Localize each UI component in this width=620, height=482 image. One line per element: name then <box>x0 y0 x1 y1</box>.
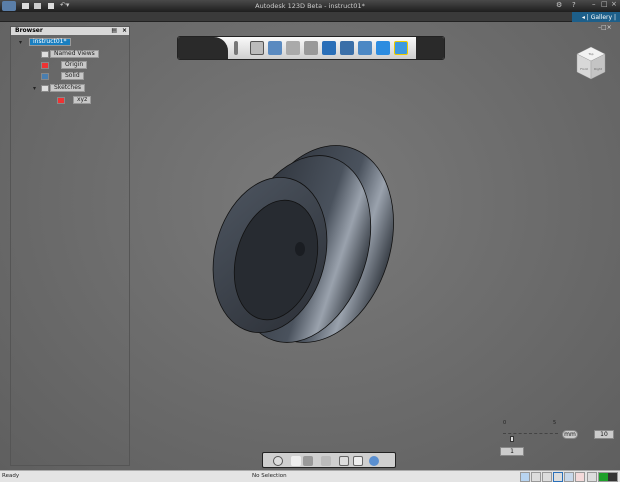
performance-icon <box>598 472 618 482</box>
viewcube-right[interactable]: Right <box>594 67 603 71</box>
pan-icon[interactable] <box>291 456 301 466</box>
look-at-icon[interactable] <box>321 456 331 466</box>
orbit-icon[interactable] <box>273 456 283 466</box>
viewport-window-controls[interactable]: –□× <box>598 24 612 31</box>
viewcube-front[interactable]: Front <box>580 67 588 71</box>
gallery-label: Gallery <box>590 14 613 21</box>
tree-node-solid[interactable]: Solid <box>61 72 84 80</box>
status-ready: Ready <box>2 473 20 479</box>
visual-style-icon[interactable] <box>575 472 585 482</box>
solid-icon <box>41 73 49 80</box>
ortho-icon[interactable] <box>587 472 597 482</box>
viewcube[interactable]: Top Front Right <box>575 45 607 81</box>
node-label: Solid <box>65 72 80 79</box>
folder-icon <box>41 85 49 92</box>
close-panel-icon[interactable]: × <box>122 27 127 35</box>
modify-icon[interactable] <box>304 41 318 55</box>
status-bar: Ready No Selection <box>0 470 620 482</box>
node-label: Named Views <box>54 50 95 57</box>
fit-icon[interactable] <box>339 456 349 466</box>
viewcube-top[interactable]: Top <box>587 52 593 56</box>
snap-icon[interactable] <box>394 41 408 55</box>
account-icon[interactable]: ⚙ <box>556 1 562 9</box>
123d-logo-icon[interactable] <box>178 37 228 59</box>
scale-tick-right: 5 <box>553 420 557 426</box>
pencil-icon[interactable] <box>234 41 238 55</box>
help-icon[interactable]: ? <box>572 1 576 9</box>
print-icon[interactable] <box>542 472 552 482</box>
pin-icon[interactable]: ▤ <box>111 27 117 35</box>
group-icon[interactable] <box>358 41 372 55</box>
ribbon-strip <box>0 12 620 22</box>
navigation-bar <box>262 452 396 468</box>
browser-panel: Browser ▤ × ▾ instruct01* Named Views Or… <box>10 26 130 466</box>
expand-icon[interactable]: ▾ <box>19 39 22 46</box>
scale-slider[interactable] <box>510 436 514 442</box>
selection-status: No Selection <box>252 473 287 479</box>
tree-root[interactable]: instruct01* <box>29 38 71 46</box>
3d-text-icon[interactable] <box>376 41 390 55</box>
window-title: Autodesk 123D Beta - instruct01* <box>255 2 365 10</box>
scale-step-field[interactable]: 1 <box>500 447 524 456</box>
extrude-icon[interactable] <box>268 41 282 55</box>
display-icon[interactable] <box>369 456 379 466</box>
tree-node-named-views[interactable]: Named Views <box>50 50 99 58</box>
materials-icon[interactable] <box>564 472 574 482</box>
transform-icon[interactable] <box>286 41 300 55</box>
primitive-box-icon[interactable] <box>250 41 264 55</box>
node-label: Origin <box>65 61 84 68</box>
scale-tick-left: 0 <box>503 420 507 426</box>
pin-hole <box>295 242 305 256</box>
close-icon[interactable]: × <box>611 0 617 8</box>
tree-node-sketch[interactable]: xyz <box>73 96 92 104</box>
expand-icon[interactable]: ▾ <box>33 85 36 92</box>
grid-icon[interactable] <box>520 472 530 482</box>
unit-button[interactable]: mm <box>562 430 578 439</box>
gallery-button[interactable]: ◂ | Gallery | <box>572 12 620 22</box>
toolbar-end-cap <box>416 37 444 59</box>
tree-node-origin[interactable]: Origin <box>61 61 88 69</box>
pattern-icon[interactable] <box>340 41 354 55</box>
main-toolbar <box>177 36 445 60</box>
scale-ruler: 0 5 mm 10 1 <box>500 420 620 460</box>
browser-title: Browser <box>15 27 43 34</box>
views-icon[interactable] <box>353 456 363 466</box>
node-label: Sketches <box>54 84 82 91</box>
browser-header: Browser ▤ × <box>11 27 129 35</box>
origin-icon <box>41 62 49 69</box>
scale-line <box>503 433 558 434</box>
split-view-icon[interactable] <box>553 472 563 482</box>
node-label: xyz <box>77 96 88 103</box>
sketch-icon <box>57 97 65 104</box>
minimize-icon[interactable]: – <box>592 0 596 8</box>
views-icon <box>41 51 49 58</box>
layout-icon[interactable] <box>531 472 541 482</box>
maximize-icon[interactable]: □ <box>601 0 608 8</box>
combine-icon[interactable] <box>322 41 336 55</box>
root-label: instruct01* <box>33 38 67 45</box>
title-bar: ↶▾ Autodesk 123D Beta - instruct01* ⚙ ? … <box>0 0 620 12</box>
zoom-icon[interactable] <box>303 456 313 466</box>
tree-node-sketches[interactable]: Sketches <box>50 84 86 92</box>
scale-value[interactable]: 10 <box>594 430 614 439</box>
